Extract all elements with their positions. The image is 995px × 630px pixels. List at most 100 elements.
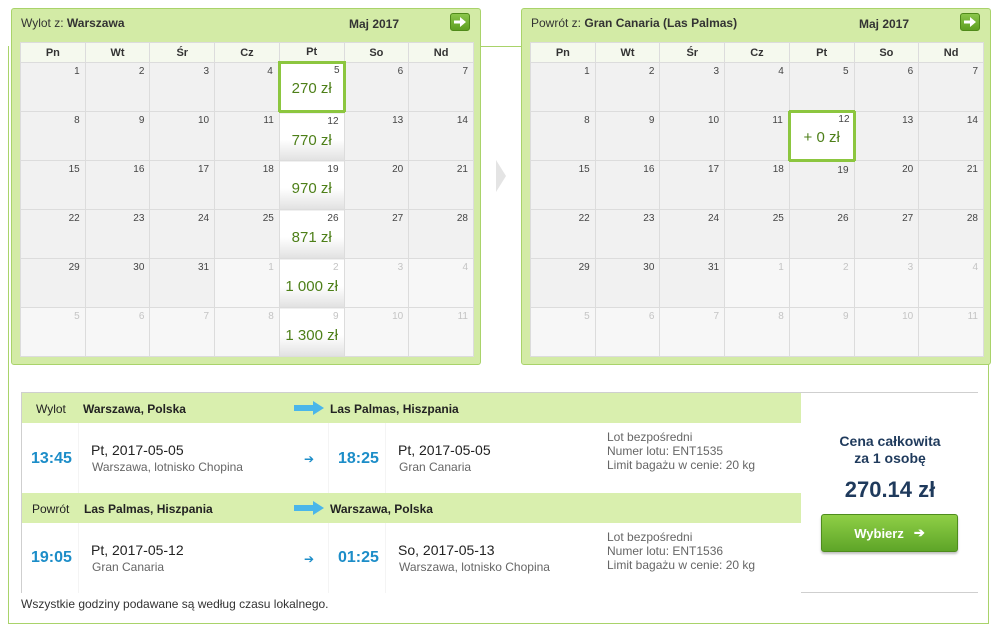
calendar-day-cell[interactable]: 7 bbox=[659, 307, 726, 357]
calendar-day-cell[interactable]: 24 bbox=[149, 209, 216, 259]
calendar-day-cell[interactable]: 4 bbox=[724, 62, 790, 112]
calendar-day-cell[interactable]: 1 bbox=[530, 62, 596, 112]
calendar-day-cell[interactable]: 10 bbox=[659, 111, 726, 161]
calendar-day-cell[interactable]: 5 bbox=[20, 307, 86, 357]
calendar-day-cell[interactable]: 14 bbox=[408, 111, 474, 161]
calendar-day-cell[interactable]: 16 bbox=[84, 160, 151, 210]
calendar-day-cell[interactable]: 29 bbox=[20, 258, 86, 308]
calendar-day-cell[interactable]: 8 bbox=[530, 111, 596, 161]
calendar-day-cell[interactable]: 15 bbox=[20, 160, 86, 210]
calendar-day-cell[interactable]: 20 bbox=[343, 160, 410, 210]
outbound-calendar-title: Wylot z: Warszawa bbox=[21, 16, 125, 30]
calendar-day-cell[interactable]: 27 bbox=[343, 209, 410, 259]
calendar-day-cell[interactable]: 10 bbox=[149, 111, 216, 161]
calendar-day-cell[interactable]: 7 bbox=[408, 62, 474, 112]
calendar-day-cell[interactable]: 19 bbox=[788, 160, 855, 210]
calendar-day-cell[interactable]: 6 bbox=[594, 307, 661, 357]
calendar-day-cell[interactable]: 2 1 000 zł bbox=[278, 258, 345, 308]
calendar-day-cell[interactable]: 30 bbox=[594, 258, 661, 308]
calendar-day-cell[interactable]: 18 bbox=[214, 160, 280, 210]
calendar-day-cell[interactable]: 11 bbox=[724, 111, 790, 161]
day-number: 9 bbox=[842, 311, 849, 322]
calendar-day-cell[interactable]: 5 bbox=[530, 307, 596, 357]
calendar-day-cell[interactable]: 4 bbox=[408, 258, 474, 308]
calendar-day-cell[interactable]: 13 bbox=[343, 111, 410, 161]
calendar-day-cell[interactable]: 1 bbox=[214, 258, 280, 308]
calendar-day-cell[interactable]: 10 bbox=[343, 307, 410, 357]
calendar-day-cell[interactable]: 24 bbox=[659, 209, 726, 259]
calendar-day-cell[interactable]: 27 bbox=[853, 209, 920, 259]
return-next-month-button[interactable] bbox=[960, 13, 980, 31]
calendar-day-cell[interactable]: 2 bbox=[594, 62, 661, 112]
calendar-day-cell[interactable]: 5 bbox=[788, 62, 855, 112]
calendar-day-cell[interactable]: 19 970 zł bbox=[278, 160, 345, 210]
day-number: 13 bbox=[392, 115, 404, 126]
calendar-day-cell[interactable]: 14 bbox=[918, 111, 984, 161]
calendar-day-cell[interactable]: 6 bbox=[853, 62, 920, 112]
select-flight-button[interactable]: Wybierz ➔ bbox=[821, 514, 958, 552]
calendar-day-cell[interactable]: 21 bbox=[408, 160, 474, 210]
calendar-day-cell[interactable]: 12 770 zł bbox=[278, 111, 345, 161]
calendar-day-cell[interactable]: 11 bbox=[918, 307, 984, 357]
calendar-day-cell[interactable]: 31 bbox=[149, 258, 216, 308]
return-leg-type: Powrót bbox=[32, 502, 70, 516]
calendar-day-cell[interactable]: 22 bbox=[20, 209, 86, 259]
calendar-day-cell[interactable]: 31 bbox=[659, 258, 726, 308]
calendar-day-cell[interactable]: 6 bbox=[343, 62, 410, 112]
calendar-day-cell[interactable]: 13 bbox=[853, 111, 920, 161]
calendar-day-cell[interactable]: 17 bbox=[659, 160, 726, 210]
weekday-header: So bbox=[343, 42, 410, 63]
calendar-day-cell[interactable]: 25 bbox=[214, 209, 280, 259]
calendar-day-cell[interactable]: 3 bbox=[853, 258, 920, 308]
calendar-day-cell[interactable]: 3 bbox=[149, 62, 216, 112]
calendar-day-cell[interactable]: 18 bbox=[724, 160, 790, 210]
calendar-day-cell[interactable]: 9 bbox=[788, 307, 855, 357]
calendar-day-cell[interactable]: 6 bbox=[84, 307, 151, 357]
calendar-day-cell[interactable]: 25 bbox=[724, 209, 790, 259]
calendar-day-cell[interactable]: 20 bbox=[853, 160, 920, 210]
calendar-day-cell[interactable]: 12 + 0 zł bbox=[787, 110, 856, 162]
calendar-day-cell[interactable]: 26 bbox=[788, 209, 855, 259]
calendar-day-cell[interactable]: 15 bbox=[530, 160, 596, 210]
calendar-day-cell[interactable]: 22 bbox=[530, 209, 596, 259]
calendar-day-cell[interactable]: 16 bbox=[594, 160, 661, 210]
calendar-day-cell[interactable]: 5 270 zł bbox=[277, 61, 346, 113]
day-number: 24 bbox=[197, 213, 210, 224]
calendar-day-cell[interactable]: 30 bbox=[84, 258, 151, 308]
calendar-day-cell[interactable]: 8 bbox=[214, 307, 280, 357]
calendar-day-cell[interactable]: 9 bbox=[84, 111, 151, 161]
calendar-day-cell[interactable]: 7 bbox=[918, 62, 984, 112]
calendar-day-cell[interactable]: 3 bbox=[659, 62, 726, 112]
calendar-day-cell[interactable]: 29 bbox=[530, 258, 596, 308]
day-number: 14 bbox=[456, 115, 468, 126]
outbound-next-month-button[interactable] bbox=[450, 13, 470, 31]
day-number: 11 bbox=[967, 311, 978, 322]
calendar-day-cell[interactable]: 17 bbox=[149, 160, 216, 210]
calendar-day-cell[interactable]: 8 bbox=[20, 111, 86, 161]
calendar-day-cell[interactable]: 21 bbox=[918, 160, 984, 210]
calendar-day-cell[interactable]: 23 bbox=[594, 209, 661, 259]
outbound-leg-to: Las Palmas, Hiszpania bbox=[330, 402, 459, 416]
calendar-day-cell[interactable]: 9 1 300 zł bbox=[278, 307, 345, 357]
calendar-day-cell[interactable]: 9 bbox=[594, 111, 661, 161]
calendar-day-cell[interactable]: 1 bbox=[724, 258, 790, 308]
calendar-day-cell[interactable]: 28 bbox=[408, 209, 474, 259]
calendar-day-cell[interactable]: 11 bbox=[214, 111, 280, 161]
calendar-day-cell[interactable]: 28 bbox=[918, 209, 984, 259]
day-number: 18 bbox=[262, 164, 274, 175]
calendar-day-cell[interactable]: 11 bbox=[408, 307, 474, 357]
calendar-day-cell[interactable]: 4 bbox=[214, 62, 280, 112]
calendar-day-cell[interactable]: 10 bbox=[853, 307, 920, 357]
calendar-day-cell[interactable]: 3 bbox=[343, 258, 410, 308]
day-number: 3 bbox=[907, 262, 914, 273]
calendar-day-cell[interactable]: 8 bbox=[724, 307, 790, 357]
return-calendar: Powrót z: Gran Canaria (Las Palmas) Maj … bbox=[521, 8, 991, 365]
outbound-leg-type: Wylot bbox=[36, 402, 66, 416]
calendar-day-cell[interactable]: 7 bbox=[149, 307, 216, 357]
calendar-day-cell[interactable]: 4 bbox=[918, 258, 984, 308]
calendar-day-cell[interactable]: 23 bbox=[84, 209, 151, 259]
calendar-day-cell[interactable]: 1 bbox=[20, 62, 86, 112]
calendar-day-cell[interactable]: 2 bbox=[84, 62, 151, 112]
calendar-day-cell[interactable]: 26 871 zł bbox=[278, 209, 345, 259]
calendar-day-cell[interactable]: 2 bbox=[788, 258, 855, 308]
